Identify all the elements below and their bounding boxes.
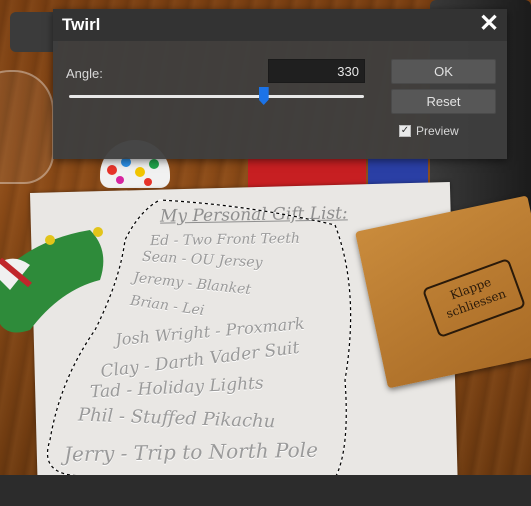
checkbox-icon[interactable]: ✓ bbox=[399, 124, 411, 137]
angle-slider[interactable] bbox=[69, 87, 364, 105]
angle-label: Angle: bbox=[66, 66, 103, 81]
reset-button[interactable]: Reset bbox=[391, 89, 496, 114]
ok-button[interactable]: OK bbox=[391, 59, 496, 84]
dialog-header[interactable]: Twirl ✕ bbox=[53, 9, 507, 41]
dialog-title: Twirl bbox=[62, 15, 101, 34]
preview-checkbox[interactable]: ✓ Preview bbox=[399, 124, 459, 138]
close-icon[interactable]: ✕ bbox=[477, 12, 501, 36]
preview-label: Preview bbox=[416, 124, 459, 138]
bottom-status-bar bbox=[0, 475, 531, 506]
angle-slider-thumb[interactable] bbox=[258, 87, 269, 105]
angle-input[interactable] bbox=[268, 59, 365, 83]
twirl-dialog: Twirl ✕ Angle: OK Reset ✓ Preview bbox=[53, 9, 507, 159]
